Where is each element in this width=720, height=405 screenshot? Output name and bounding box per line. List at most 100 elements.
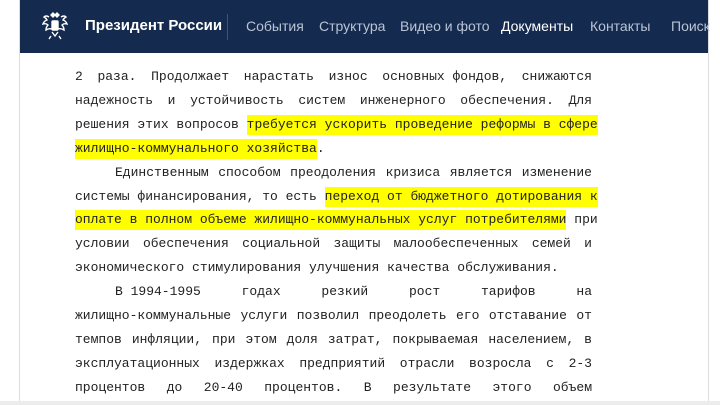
- nav-documents[interactable]: Документы: [501, 18, 573, 34]
- text-word: объем: [552, 379, 592, 395]
- text-line: жилищно-коммунального хозяйства.: [75, 138, 592, 159]
- text-word: системы финансирования, то есть: [75, 188, 325, 204]
- text-word: является: [449, 164, 513, 180]
- text-word: решения этих вопросов: [75, 116, 247, 132]
- nav-contacts[interactable]: Контакты: [590, 18, 650, 34]
- text-line: надежность и устойчивость систем инженерного…: [75, 91, 592, 111]
- text-word: семей: [531, 236, 571, 252]
- text-word: покрываемая: [392, 331, 479, 347]
- text-word: снижаются: [521, 69, 592, 84]
- text-word: этого: [492, 379, 532, 395]
- text-word: резкий: [321, 284, 369, 300]
- text-word: 2: [75, 69, 83, 84]
- double-headed-eagle-icon[interactable]: [41, 11, 69, 41]
- site-header: Президент России События Структура Видео…: [20, 0, 710, 53]
- highlighted-text: оплате в полном объеме жилищно-коммуналь…: [75, 210, 567, 231]
- text-word: обеспечения.: [460, 92, 554, 108]
- text-word: систем: [298, 92, 346, 108]
- text-word: кризиса: [385, 164, 441, 180]
- text-word: возросла: [469, 355, 532, 371]
- text-word: социальной: [242, 236, 321, 252]
- text-line: решения этих вопросов требуется ускорить…: [75, 114, 598, 135]
- text-word: способом: [218, 164, 281, 180]
- right-margin: [708, 0, 720, 405]
- text-line: эксплуатационных издержках предприятий отра…: [75, 354, 592, 374]
- document-body: 2 раза. Продолжает нарастать износ основных ф…: [20, 53, 708, 401]
- text-word: предприятий: [299, 355, 386, 371]
- text-word: отставание: [488, 308, 567, 323]
- text-word: защиты: [333, 236, 381, 252]
- text-word: с: [546, 355, 554, 371]
- text-word: тарифов: [481, 284, 536, 300]
- text-word: темпов: [75, 331, 122, 347]
- text-word: 2-3: [568, 355, 592, 371]
- text-word: этом: [245, 331, 277, 347]
- text-line: оплате в полном объеме жилищно-коммуналь…: [75, 210, 598, 231]
- text-word: преодолеть: [368, 308, 447, 323]
- bottom-edge: [0, 401, 720, 405]
- text-word: условии: [75, 236, 130, 252]
- nav-divider: [227, 14, 228, 40]
- text-line: экономического стимулирования улучшения …: [75, 258, 592, 278]
- browser-frame: Президент России События Структура Видео…: [0, 0, 720, 405]
- text-word: услуги: [240, 308, 288, 323]
- text-word: процентов.: [264, 379, 343, 395]
- text-word: в: [584, 331, 592, 347]
- text-word: изменение: [521, 164, 592, 180]
- text-word: на: [576, 284, 592, 300]
- text-word: издержках: [214, 355, 285, 371]
- text-word: Продолжает: [151, 69, 230, 84]
- text-word: населением,: [488, 331, 575, 347]
- text-line: 2 раза. Продолжает нарастать износ основных ф…: [75, 67, 592, 87]
- text-word: малообеспеченных: [393, 236, 519, 252]
- text-word: процентов: [75, 379, 146, 395]
- text-word: инфляции,: [131, 331, 203, 347]
- text-line: Единственным способом преодоления кризиса яв…: [115, 163, 592, 183]
- text-word: надежность: [75, 92, 154, 108]
- nav-video-photo[interactable]: Видео и фото: [400, 18, 490, 34]
- text-word: рост: [409, 284, 441, 300]
- text-word: годах: [241, 284, 281, 300]
- text-word: Для: [568, 92, 592, 108]
- text-word: износ: [328, 69, 368, 84]
- left-margin: [0, 0, 20, 405]
- text-line: жилищно-коммунальные услуги позволил преодо…: [75, 306, 592, 326]
- text-word: позволил: [296, 308, 360, 323]
- text-word: В 1994-1995: [115, 284, 201, 300]
- text-word: результате: [393, 379, 472, 395]
- nav-search[interactable]: Поиск: [671, 18, 710, 34]
- site-title[interactable]: Президент России: [85, 17, 222, 34]
- text-word: и: [584, 236, 592, 252]
- text-word: отрасли: [399, 355, 455, 371]
- highlighted-text: жилищно-коммунального хозяйства: [75, 138, 317, 159]
- text-word: устойчивость: [190, 92, 284, 108]
- text-word: обеспечения: [142, 236, 229, 252]
- text-word: его: [456, 308, 480, 323]
- text-word: до: [166, 379, 183, 395]
- text-word: Единственным: [115, 164, 209, 180]
- text-word: затрат,: [327, 331, 383, 347]
- text-word: В: [363, 379, 372, 395]
- text-line: процентов до 20-40 процентов. Врезультате это…: [75, 378, 592, 398]
- text-line: условии обеспечения социальной защиты малооб…: [75, 234, 592, 254]
- text-line: темпов инфляции, при этом доля затрат, покрыва…: [75, 330, 592, 350]
- text-word: основных фондов,: [382, 69, 508, 84]
- text-word: и: [167, 92, 176, 108]
- text-word: при: [212, 331, 236, 347]
- text-word: от: [576, 308, 592, 323]
- text-word: нарастать: [243, 69, 314, 84]
- text-word: преодоления: [290, 164, 376, 180]
- text-word: при: [566, 212, 598, 228]
- highlighted-text: переход от бюджетного дотирования к: [324, 186, 598, 207]
- text-word: эксплуатационных: [75, 355, 200, 371]
- text-word: доля: [286, 331, 318, 347]
- highlighted-text: требуется ускорить проведение реформы в …: [246, 114, 598, 135]
- nav-structure[interactable]: Структура: [319, 18, 385, 34]
- text-word: жилищно-коммунальные: [75, 308, 232, 323]
- text-word: инженерного: [359, 92, 446, 108]
- text-word: экономического стимулирования улучшения …: [75, 260, 559, 276]
- text-word: 20-40: [203, 379, 243, 395]
- text-word: .: [316, 140, 325, 156]
- text-line: В 1994-1995 годах резкий рост тарифов на: [115, 282, 592, 302]
- nav-events[interactable]: События: [246, 18, 304, 34]
